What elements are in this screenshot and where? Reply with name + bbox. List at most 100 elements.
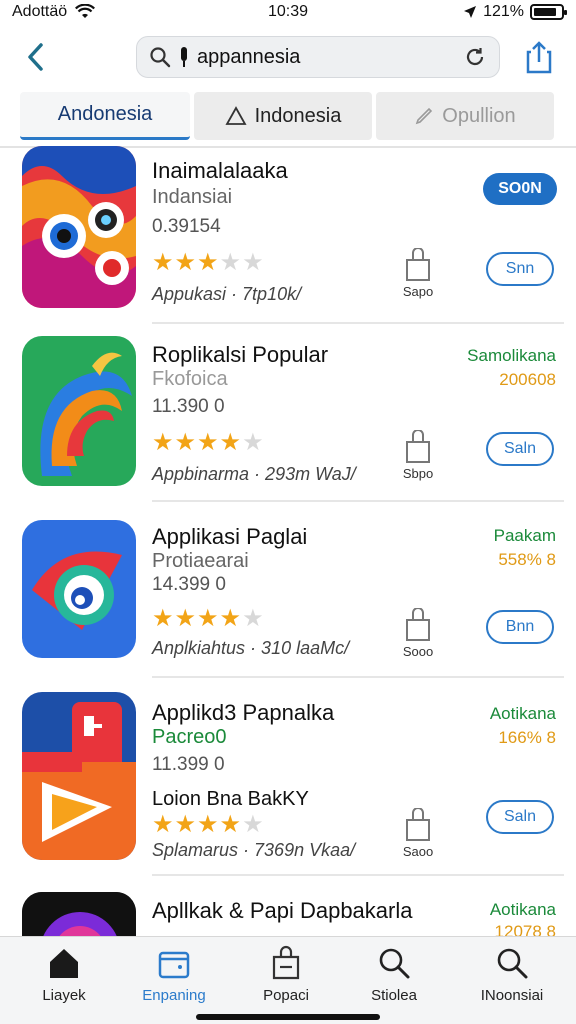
app-count: 11.399 0 [152,754,225,775]
app-subtitle: Pacreo0 [152,726,227,748]
tab-label: Liayek [42,987,86,1004]
tab-search[interactable]: Stiolea [344,945,444,1004]
app-icon [22,336,136,486]
search-field[interactable]: appannesia [136,36,500,78]
tab-home[interactable]: Liayek [14,945,114,1004]
home-icon [50,949,78,978]
app-meta: Appukasi · 7tp10k/ [152,284,302,304]
bottom-tab-bar: Liayek Enpaning Popaci Stiolea INoonsiai [0,936,576,1024]
bag-icon [406,608,430,641]
nav-row: appannesia [0,34,576,80]
bag-icon [406,430,430,463]
clock: 10:39 [267,3,309,20]
share-button[interactable] [522,38,556,76]
search-query[interactable]: appannesia [197,46,455,69]
star-rating: ★★★★★ [152,605,265,632]
bag-button[interactable]: Saoo [398,808,438,859]
carrier-label: Adottäö [12,3,68,20]
apps-icon [158,951,190,979]
search-icon [379,948,410,979]
tab-label: Popaci [263,987,309,1004]
tab-bag[interactable]: Popaci [236,945,336,1004]
app-subtitle: Protiaearai [152,550,249,572]
bag-icon [406,248,430,281]
app-category-badge: Aotikana [489,900,556,919]
app-extra-label: Loion Bna BakKY [152,788,309,810]
app-count: 0.39154 [152,216,221,237]
bag-icon [406,808,430,841]
list-item[interactable]: Roplikalsi Popular Fkofoica 11.390 0 ★★★… [0,336,576,502]
search-icon [497,948,528,979]
list-item[interactable]: Apllkak & Papi Dapbakarla Aotikana 12078… [0,892,576,936]
app-title: Apllkak & Papi Dapbakarla [152,898,413,923]
bag-button[interactable]: Sooo [398,608,438,659]
bag-label: Sbpo [402,466,434,481]
list-item[interactable]: Applikd3 Papnalka Pacreo0 11.399 0 Loion… [0,692,576,872]
location-icon [464,6,477,18]
bag-icon [272,945,300,980]
bag-label: Sapo [402,284,434,299]
app-category-badge: Paakam [493,526,556,545]
pencil-icon [416,107,433,125]
triangle-icon [225,106,247,125]
bag-button[interactable]: Sapo [398,248,438,299]
status-bar: Adottäö 10:39 121% [0,0,576,24]
open-button[interactable]: Snn [486,252,554,286]
open-button[interactable]: Saln [486,800,554,834]
app-title: Applikd3 Papnalka [152,700,335,725]
tab-label: Indonesia [254,104,342,127]
app-percent-badge: 558% 8 [498,550,556,569]
bag-button[interactable]: Sbpo [398,430,438,481]
tab-label: Opullion [442,104,516,127]
app-icon [22,892,136,936]
open-button[interactable]: Saln [486,432,554,466]
mic-icon [181,47,187,67]
app-percent-badge: 12078 8 [494,922,556,936]
app-subtitle: Fkofoica [152,368,228,390]
divider [152,676,564,678]
divider [152,500,564,502]
list-item[interactable]: Applikasi Paglai Protiaearai 14.399 0 ★★… [0,520,576,680]
app-title: Roplikalsi Popular [152,342,329,367]
app-icon [22,146,136,308]
refresh-icon[interactable] [463,45,487,69]
bag-label: Saoo [402,844,434,859]
tab-indonesia[interactable]: Indonesia [194,92,372,140]
battery-icon [530,4,567,20]
tab-label: Stiolea [371,987,417,1004]
tab-apps[interactable]: Enpaning [124,945,224,1004]
app-subtitle: Indansiai [152,186,233,208]
star-rating: ★★★★★ [152,811,265,838]
tab-label: INoonsiai [480,987,544,1004]
app-meta: Anplkiahtus · 310 laaMc/ [152,638,350,658]
open-button[interactable]: Bnn [486,610,554,644]
back-button[interactable] [20,40,50,74]
app-percent-badge: 200608 [499,370,556,389]
star-rating: ★★★★★ [152,249,265,276]
list-item[interactable]: Inaimalalaaka Indansiai 0.39154 ★★★★★ Ap… [0,146,576,324]
segmented-tabs: Andonesia Indonesia Opullion [20,92,556,148]
app-count: 14.399 0 [152,574,226,595]
bag-label: Sooo [402,644,434,659]
tab-opullion[interactable]: Opullion [376,92,554,140]
search-icon [150,47,171,68]
wifi-icon [75,4,96,18]
get-button[interactable]: SO0N [483,173,557,205]
app-category-badge: Samolikana [467,346,556,365]
app-percent-badge: 166% 8 [498,728,556,747]
star-rating: ★★★★★ [152,429,265,456]
tab-label: Andonesia [57,103,153,125]
tab-andonesia[interactable]: Andonesia [20,92,190,140]
share-icon [526,41,552,74]
home-indicator[interactable] [196,1014,380,1020]
app-category-badge: Aotikana [489,704,556,723]
battery-percent: 121% [483,3,524,20]
divider [152,874,564,876]
app-meta: Splamarus · 7369n Vkaa/ [152,840,356,860]
app-title: Inaimalalaaka [152,158,288,183]
tab-search-2[interactable]: INoonsiai [462,945,562,1004]
app-icon [22,520,136,658]
app-meta: Appbinarma · 293m WaJ/ [152,464,356,484]
chevron-left-icon [28,43,43,71]
app-icon [22,692,136,860]
